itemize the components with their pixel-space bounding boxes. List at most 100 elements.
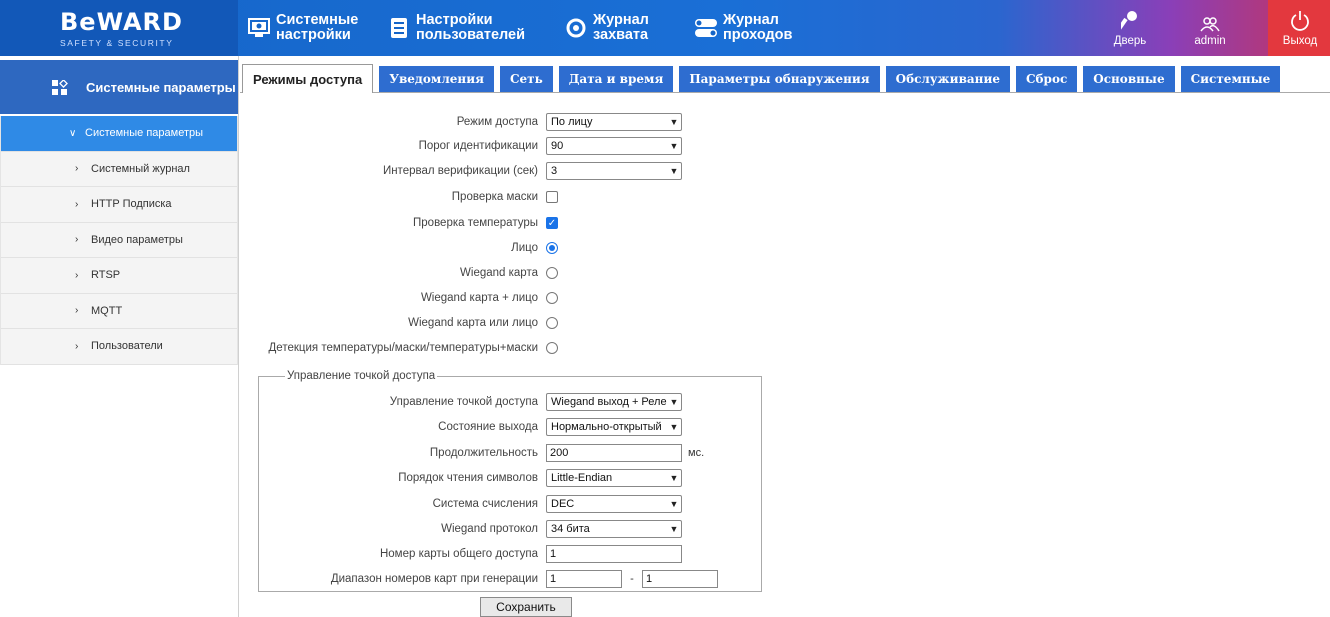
ap-card-range-from-input[interactable]: 1 <box>546 570 622 588</box>
sidebar-item-video[interactable]: › Видео параметры <box>1 222 237 258</box>
sidebar-header[interactable]: Системные параметры <box>0 60 238 114</box>
chevron-right-icon: › <box>75 305 79 317</box>
sidebar-item-label: RTSP <box>91 269 121 282</box>
sidebar-item-label: Системные параметры <box>85 127 204 140</box>
ap-card-range-row: Диапазон номеров карт при генерации 1 - … <box>240 569 718 589</box>
ap-wiegand-protocol-select[interactable]: 34 бита ▼ <box>546 520 682 538</box>
toggle-icon <box>695 17 717 39</box>
mode-wiegand-or-face-radio[interactable] <box>546 317 558 329</box>
threshold-select[interactable]: 90 ▼ <box>546 137 682 155</box>
nav-system-settings[interactable]: Системные настройки <box>248 6 358 50</box>
chevron-right-icon: › <box>75 234 79 246</box>
mode-detect-label: Детекция температуры/маски/температуры+м… <box>268 342 538 354</box>
tab-detection[interactable]: Параметры обнаружения <box>679 66 880 92</box>
tab-basic[interactable]: Основные <box>1083 66 1175 92</box>
ap-byte-order-select[interactable]: Little-Endian ▼ <box>546 469 682 487</box>
mode-wiegand-and-face-radio[interactable] <box>546 292 558 304</box>
temp-check-checkbox[interactable]: ✓ <box>546 217 558 229</box>
mode-wiegand-row: Wiegand карта <box>240 263 558 283</box>
chevron-down-icon: ▼ <box>669 422 679 432</box>
mode-face-label: Лицо <box>511 242 538 254</box>
door-label: Дверь <box>1113 35 1147 47</box>
chevron-down-icon: ▼ <box>669 397 679 407</box>
mode-wiegand-or-face-label: Wiegand карта или лицо <box>408 317 538 329</box>
sidebar: Системные параметры ∨ Системные параметр… <box>0 56 238 617</box>
ap-duration-row: Продолжительность 200 мс. <box>240 443 704 463</box>
ap-public-card-input[interactable]: 1 <box>546 545 682 563</box>
tab-notifications[interactable]: Уведомления <box>379 66 494 92</box>
mode-face-radio[interactable] <box>546 242 558 254</box>
chevron-right-icon: › <box>75 340 79 352</box>
nav-label-1: Журнал <box>593 12 649 28</box>
ap-control-select[interactable]: Wiegand выход + Реле ▼ <box>546 393 682 411</box>
nav-label-2: захвата <box>593 27 649 43</box>
temp-check-row: Проверка температуры ✓ <box>240 213 558 233</box>
sidebar-item-label: HTTP Подписка <box>91 198 172 211</box>
verify-interval-label: Интервал верификации (сек) <box>382 165 538 177</box>
ap-duration-input[interactable]: 200 <box>546 444 682 462</box>
tab-access-modes[interactable]: Режимы доступа <box>242 64 374 93</box>
tab-reset[interactable]: Сброс <box>1016 66 1078 92</box>
verify-interval-select[interactable]: 3 ▼ <box>546 162 682 180</box>
mask-check-checkbox[interactable] <box>546 191 558 203</box>
mode-detect-radio[interactable] <box>546 342 558 354</box>
select-value: 90 <box>551 140 564 152</box>
tab-system[interactable]: Системные <box>1180 66 1281 92</box>
sidebar-item-mqtt[interactable]: › MQTT <box>1 293 237 329</box>
door-button[interactable]: Дверь <box>1100 6 1160 52</box>
tab-network[interactable]: Сеть <box>499 66 553 92</box>
tab-maintenance[interactable]: Обслуживание <box>885 66 1010 92</box>
select-value: 34 бита <box>551 523 590 535</box>
sidebar-item-rtsp[interactable]: › RTSP <box>1 258 237 294</box>
sidebar-item-system-log[interactable]: › Системный журнал <box>1 151 237 187</box>
mode-wiegand-radio[interactable] <box>546 267 558 279</box>
save-button[interactable]: Сохранить <box>480 597 572 617</box>
chevron-down-icon: ▼ <box>669 166 679 176</box>
sidebar-list: ∨ Системные параметры › Системный журнал… <box>0 116 238 365</box>
ap-public-card-row: Номер карты общего доступа 1 <box>240 544 682 564</box>
ap-byte-order-row: Порядок чтения символов Little-Endian ▼ <box>240 468 682 488</box>
target-icon <box>565 17 587 39</box>
ap-public-card-label: Номер карты общего доступа <box>379 548 538 560</box>
nav-capture-log[interactable]: Журнал захвата <box>565 6 649 50</box>
nav-user-settings[interactable]: Настройки пользователей <box>388 6 525 50</box>
access-mode-select[interactable]: По лицу ▼ <box>546 113 682 131</box>
sidebar-item-system-params[interactable]: ∨ Системные параметры <box>1 116 237 152</box>
brand-tagline: SAFETY & SECURITY <box>60 38 174 48</box>
sidebar-item-label: Видео параметры <box>91 233 183 246</box>
ap-output-state-select[interactable]: Нормально-открытый ▼ <box>546 418 682 436</box>
mode-detect-row: Детекция температуры/маски/температуры+м… <box>240 338 558 358</box>
tab-date-time[interactable]: Дата и время <box>558 66 674 92</box>
access-point-legend: Управление точкой доступа <box>285 370 438 382</box>
nav-pass-log[interactable]: Журнал проходов <box>695 6 792 50</box>
temp-check-label: Проверка температуры <box>413 217 538 229</box>
sidebar-item-label: Пользователи <box>91 340 163 353</box>
monitor-gear-icon <box>248 17 270 39</box>
ap-card-range-to-input[interactable]: 1 <box>642 570 718 588</box>
chevron-right-icon: › <box>75 198 79 210</box>
ap-number-system-label: Система счисления <box>432 498 538 510</box>
mode-wiegand-and-face-label: Wiegand карта + лицо <box>420 292 538 304</box>
key-icon <box>1100 6 1160 32</box>
exit-button[interactable]: Выход <box>1270 6 1330 52</box>
ap-wiegand-protocol-row: Wiegand протокол 34 бита ▼ <box>240 519 682 539</box>
chevron-right-icon: › <box>75 163 79 175</box>
ap-number-system-select[interactable]: DEC ▼ <box>546 495 682 513</box>
ap-output-state-label: Состояние выхода <box>438 421 538 433</box>
ap-duration-unit: мс. <box>688 447 705 459</box>
mask-check-row: Проверка маски <box>240 187 558 207</box>
sidebar-item-users[interactable]: › Пользователи <box>1 329 237 365</box>
brand-logo[interactable]: BeWARD SAFETY & SECURITY <box>0 0 238 56</box>
mode-wiegand-label: Wiegand карта <box>460 267 538 279</box>
sidebar-item-http[interactable]: › HTTP Подписка <box>1 187 237 223</box>
select-value: Little-Endian <box>551 472 613 484</box>
user-button[interactable]: admin <box>1180 6 1240 52</box>
threshold-label: Порог идентификации <box>418 140 538 152</box>
select-value: По лицу <box>551 116 593 128</box>
chevron-right-icon: › <box>75 269 79 281</box>
mode-face-row: Лицо <box>240 238 558 258</box>
ap-control-row: Управление точкой доступа Wiegand выход … <box>240 392 682 412</box>
ap-number-system-row: Система счисления DEC ▼ <box>240 494 682 514</box>
nav-label-2: проходов <box>723 27 793 43</box>
ap-card-range-separator: - <box>630 573 634 585</box>
